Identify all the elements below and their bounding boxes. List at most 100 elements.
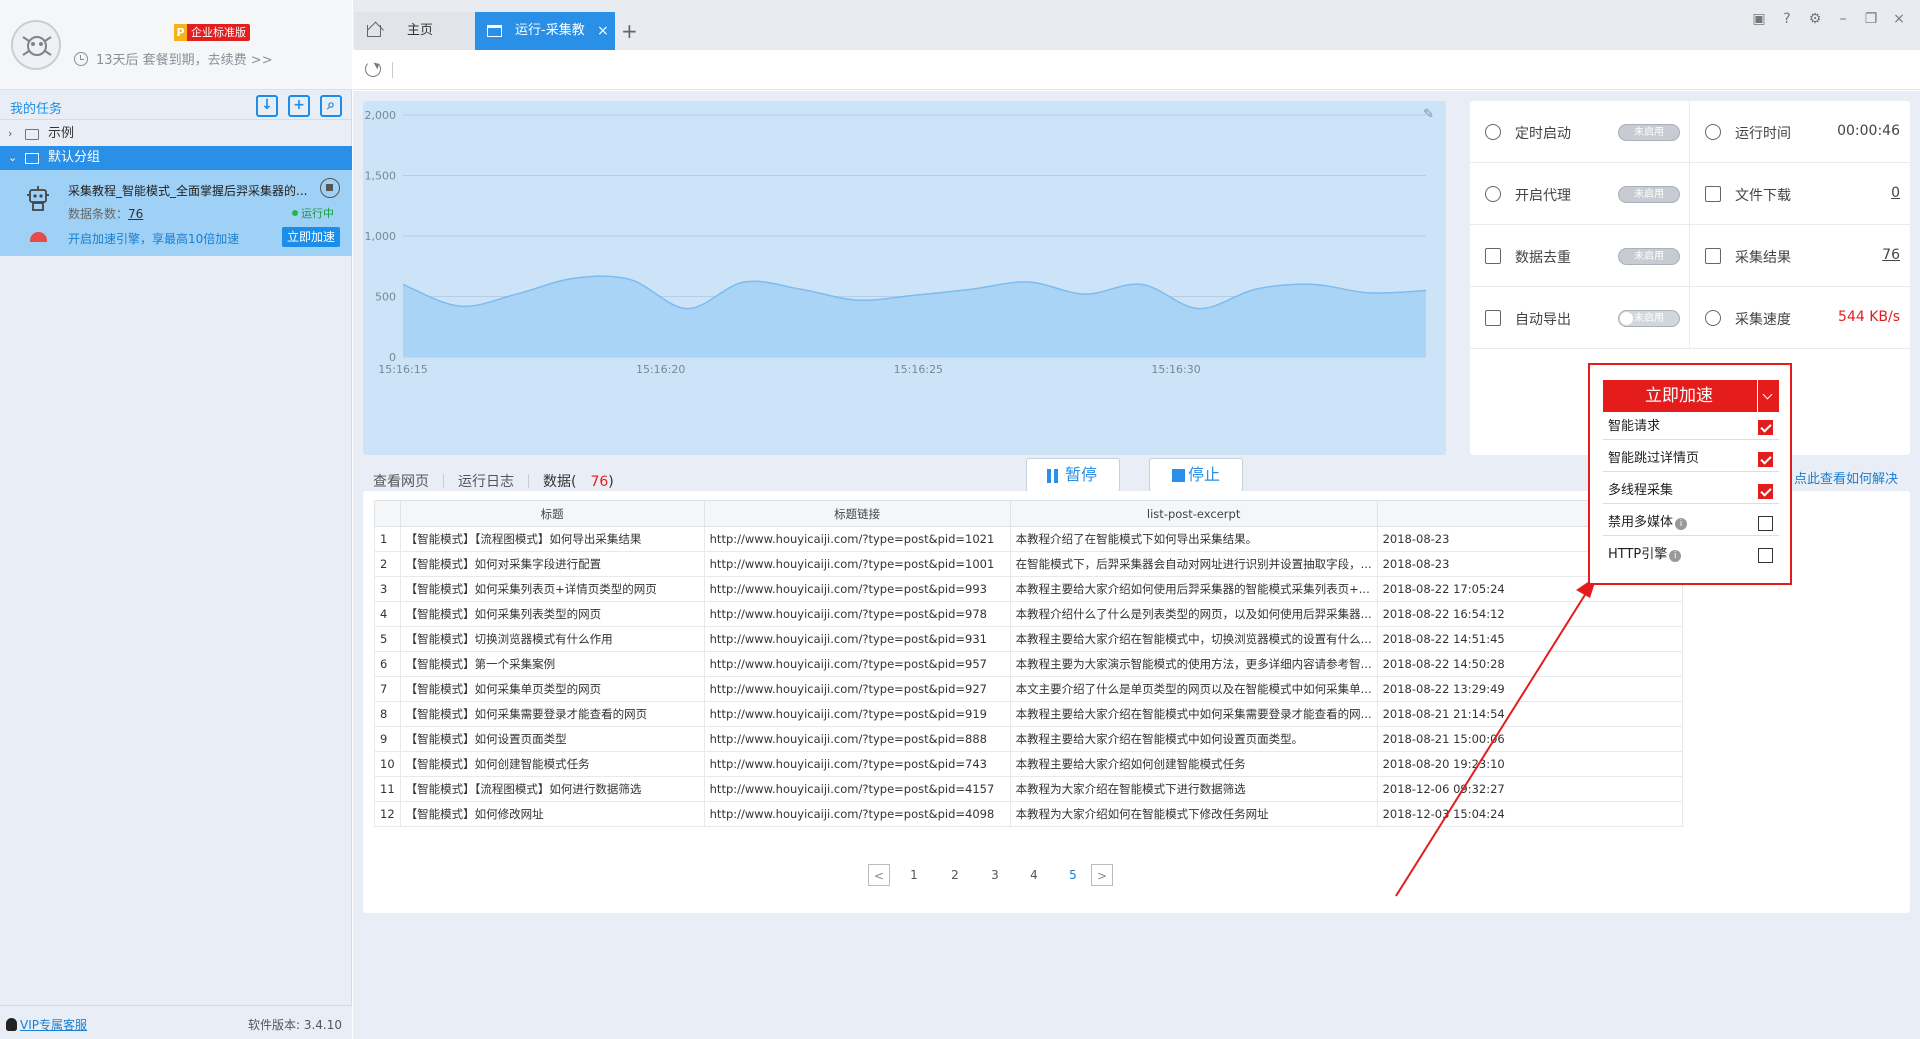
column-header[interactable]: 标题链接 xyxy=(703,500,1011,527)
column-header[interactable]: 标题 xyxy=(399,500,705,527)
stat-label: 数据去重 xyxy=(1515,250,1571,266)
download-count-link[interactable]: 0 xyxy=(1891,185,1900,201)
qq-penguin-icon xyxy=(6,1018,17,1031)
option-disable-media[interactable]: 禁用多媒体 i xyxy=(1603,510,1779,536)
sidebar-group-example[interactable]: › 示例 xyxy=(0,122,352,146)
chart-area xyxy=(403,276,1426,357)
import-task-icon[interactable]: ↓ xyxy=(256,95,278,117)
column-header[interactable]: list-post-excerpt xyxy=(1009,500,1378,527)
tab-view-page[interactable]: 查看网页 xyxy=(373,474,429,490)
restore-icon[interactable]: ❐ xyxy=(1864,12,1878,26)
table-cell: 本教程介绍了在智能模式下如何导出采集结果。 xyxy=(1009,526,1378,552)
stat-label: 运行时间 xyxy=(1735,126,1791,142)
table-cell: 本教程主要给大家介绍如何创建智能模式任务 xyxy=(1009,751,1378,777)
pencil-edit-icon[interactable]: ✎ xyxy=(1423,107,1434,122)
checkbox[interactable] xyxy=(1758,516,1773,531)
table-body: 1 【智能模式】【流程图模式】如何导出采集结果 http://www.houyica… xyxy=(374,526,1683,827)
checkbox[interactable] xyxy=(1758,452,1773,467)
column-header[interactable] xyxy=(374,500,401,527)
dedupe-toggle[interactable]: 未启用 xyxy=(1618,248,1680,265)
table-row[interactable]: 8 【智能模式】如何采集需要登录才能查看的网页 http://www.houyica… xyxy=(374,701,1683,727)
table-row[interactable]: 12 【智能模式】如何修改网址 http://www.houyicaiji.com/… xyxy=(374,801,1683,827)
table-row[interactable]: 6 【智能模式】第一个采集案例 http://www.houyicaiji.com/… xyxy=(374,651,1683,677)
speedometer-icon xyxy=(1705,310,1721,326)
help-icon[interactable]: ? xyxy=(1780,12,1794,26)
table-row[interactable]: 4 【智能模式】如何采集列表类型的网页 http://www.houyicaiji.… xyxy=(374,601,1683,627)
table-cell: 2018-08-22 16:54:12 xyxy=(1376,601,1683,627)
pause-button[interactable]: 暂停 xyxy=(1026,458,1121,492)
checkbox[interactable] xyxy=(1758,484,1773,499)
vip-support-link[interactable]: VIP专属客服 xyxy=(6,1016,87,1033)
stat-results: 采集结果 76 xyxy=(1690,225,1910,287)
page-3[interactable]: 3 xyxy=(984,864,1006,886)
tab-data-close: ) xyxy=(608,474,614,490)
table-row[interactable]: 9 【智能模式】如何设置页面类型 http://www.houyicaiji.com… xyxy=(374,726,1683,752)
proxy-toggle[interactable]: 未启用 xyxy=(1618,186,1680,203)
chevron-down-icon[interactable] xyxy=(1757,380,1779,412)
accelerate-popup-button[interactable]: 立即加速 xyxy=(1603,380,1779,412)
renew-link[interactable]: 13天后 套餐到期，去续费 >> xyxy=(74,49,273,68)
stat-speed: 采集速度 544 KB/s xyxy=(1690,287,1910,349)
page-1[interactable]: 1 xyxy=(903,864,925,886)
checkbox[interactable] xyxy=(1758,420,1773,435)
page-2[interactable]: 2 xyxy=(944,864,966,886)
table-row[interactable]: 10 【智能模式】如何创建智能模式任务 http://www.houyicaiji.… xyxy=(374,751,1683,777)
add-tab-button[interactable]: + xyxy=(621,12,638,50)
option-http-engine[interactable]: HTTP引擎 i xyxy=(1603,542,1779,568)
group-label: 示例 xyxy=(48,126,75,141)
chart-icon xyxy=(1705,248,1721,264)
checkbox[interactable] xyxy=(1758,548,1773,563)
table-row[interactable]: 11 【智能模式】【流程图模式】如何进行数据筛选 http://www.houyic… xyxy=(374,776,1683,802)
refresh-icon[interactable] xyxy=(365,61,381,77)
gear-icon[interactable]: ⚙ xyxy=(1808,12,1822,26)
stop-button[interactable]: 停止 xyxy=(1149,458,1244,492)
close-window-icon[interactable]: × xyxy=(1892,12,1906,26)
help-solve-link[interactable]: ? 点此查看如何解决 xyxy=(1783,468,1898,487)
info-icon[interactable]: i xyxy=(1669,550,1682,562)
accelerate-now-button[interactable]: 立即加速 xyxy=(282,227,341,247)
tab-home[interactable]: 主页 xyxy=(355,12,475,50)
minimize-icon[interactable]: – xyxy=(1836,12,1850,26)
gift-icon[interactable]: ▣ xyxy=(1752,12,1766,26)
prev-page-button[interactable]: < xyxy=(868,864,890,886)
table-row[interactable]: 1 【智能模式】【流程图模式】如何导出采集结果 http://www.houyica… xyxy=(374,526,1683,552)
next-page-button[interactable]: > xyxy=(1091,864,1113,886)
table-cell: 【智能模式】如何采集单页类型的网页 xyxy=(399,676,705,702)
task-count-value[interactable]: 76 xyxy=(128,207,143,221)
export-toggle[interactable]: 未启用 xyxy=(1618,310,1680,327)
table-row[interactable]: 5 【智能模式】切换浏览器模式有什么作用 http://www.houyicaiji… xyxy=(374,626,1683,652)
export-icon xyxy=(1485,310,1501,326)
table-row[interactable]: 2 【智能模式】如何对采集字段进行配置 http://www.houyicaiji.… xyxy=(374,551,1683,577)
stop-task-icon[interactable] xyxy=(320,178,340,198)
vip-label: VIP专属客服 xyxy=(20,1018,87,1032)
row-index: 7 xyxy=(374,676,401,702)
table-cell: 2018-08-21 21:14:54 xyxy=(1376,701,1683,727)
tab-run[interactable]: 运行-采集教... × xyxy=(475,12,615,50)
alarm-clock-icon xyxy=(1485,124,1501,140)
results-count-link[interactable]: 76 xyxy=(1882,247,1900,263)
table-header-row: 标题 标题链接 list-post-excerpt xyxy=(374,500,1683,527)
table-cell: 本文主要介绍了什么是单页类型的网页以及在智能模式中如何采集单... xyxy=(1009,676,1378,702)
option-multithread[interactable]: 多线程采集 xyxy=(1603,478,1779,504)
page-5[interactable]: 5 xyxy=(1062,864,1084,886)
table-cell: http://www.houyicaiji.com/?type=post&pid… xyxy=(703,526,1011,552)
tab-run-log[interactable]: 运行日志 xyxy=(458,474,514,490)
sidebar-group-default[interactable]: ⌄ 默认分组 xyxy=(0,146,352,170)
table-cell: http://www.houyicaiji.com/?type=post&pid… xyxy=(703,726,1011,752)
task-item[interactable]: 采集教程_智能模式_全面掌握后羿采集器的... 数据条数：76 运行中 开启加速… xyxy=(0,170,352,256)
option-smart-request[interactable]: 智能请求 xyxy=(1603,414,1779,440)
search-task-icon[interactable]: ⌕ xyxy=(320,95,342,117)
page-4[interactable]: 4 xyxy=(1023,864,1045,886)
y-tick-label: 2,000 xyxy=(365,109,397,122)
close-tab-icon[interactable]: × xyxy=(597,12,609,50)
new-task-icon[interactable]: + xyxy=(288,95,310,117)
option-skip-detail[interactable]: 智能跳过详情页 xyxy=(1603,446,1779,472)
avatar[interactable] xyxy=(11,20,61,70)
table-row[interactable]: 3 【智能模式】如何采集列表页+详情页类型的网页 http://www.houyic… xyxy=(374,576,1683,602)
info-icon[interactable]: i xyxy=(1675,518,1688,530)
table-row[interactable]: 7 【智能模式】如何采集单页类型的网页 http://www.houyicaiji.… xyxy=(374,676,1683,702)
table-cell: 【智能模式】第一个采集案例 xyxy=(399,651,705,677)
timer-toggle[interactable]: 未启用 xyxy=(1618,124,1680,141)
stat-value: 00:00:46 xyxy=(1837,123,1900,139)
folder-icon xyxy=(25,153,39,164)
